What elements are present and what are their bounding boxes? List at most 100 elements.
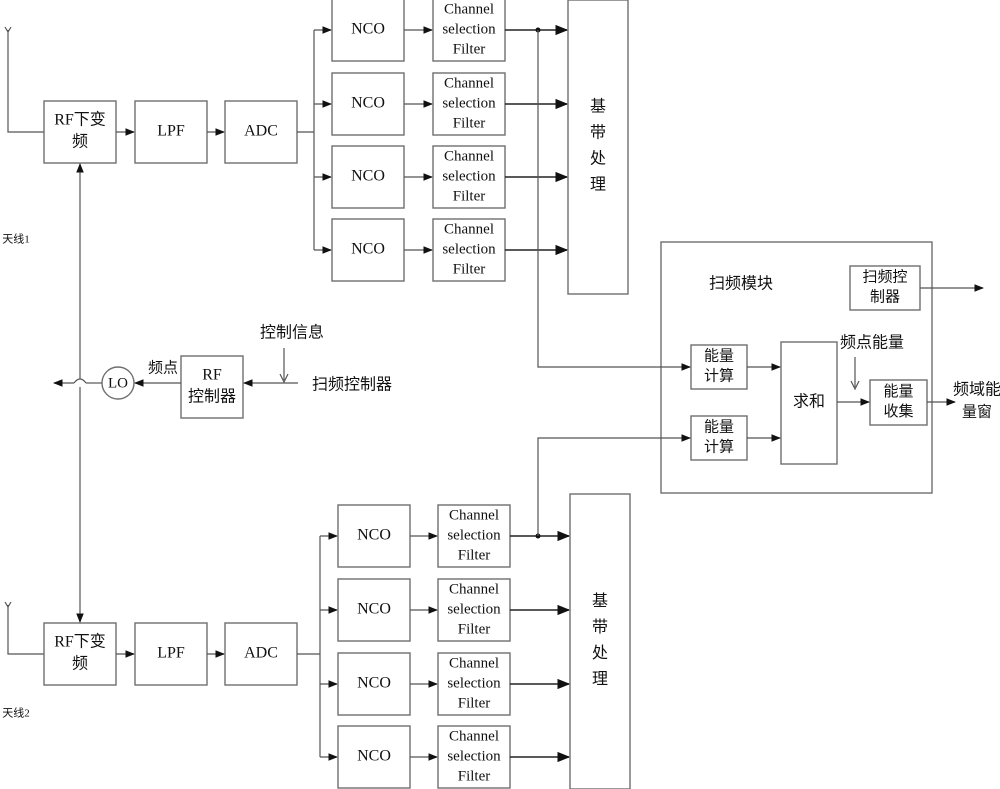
rf-controller-block-label: 控制器 [188, 388, 236, 406]
output-label: 量窗 [962, 402, 992, 420]
control-info-label: 控制信息 [260, 324, 324, 342]
antenna-label: 天线2 [2, 706, 30, 720]
channel-selection-filter-block: Channel selection Filter [432, 218, 506, 282]
energy-calc-block-1: 能量计算 [690, 344, 748, 390]
baseband-processing-block-label: 带 [590, 124, 606, 142]
channel-selection-filter-block-label: Channel [444, 1, 494, 17]
baseband-processing-block-label: 理 [590, 177, 606, 194]
channel-selection-filter-block-label: selection [442, 168, 496, 184]
nco-block: NCO [337, 504, 411, 568]
channel-selection-filter-block-label: Filter [458, 547, 491, 563]
channel-selection-filter-block-label: Filter [453, 188, 486, 204]
nco-block-label: NCO [351, 168, 385, 185]
energy-calc-block-1-label: 能量 [704, 347, 734, 364]
channel-selection-filter-block-label: Channel [449, 507, 499, 523]
freq-point-label: 频点 [148, 359, 178, 376]
channel-selection-filter-block: Channel selection Filter [437, 725, 511, 789]
baseband-processing-block: 基带处理 [569, 493, 631, 789]
nco-block-label: NCO [351, 241, 385, 258]
channel-selection-filter-block-label: Channel [444, 75, 494, 91]
channel-selection-filter-block-label: selection [447, 601, 501, 617]
channel-selection-filter-block-label: Filter [458, 695, 491, 711]
baseband-processing-block-frame [569, 493, 631, 789]
channel-selection-filter-block-label: Channel [449, 655, 499, 671]
channel-selection-filter-block: Channel selection Filter [432, 0, 506, 62]
nco-block: NCO [331, 72, 405, 136]
energy-calc-block-1-label: 计算 [704, 366, 734, 384]
lo-label: LO [108, 375, 128, 391]
diagram-canvas: 天线1 RF下变频 LPF ADC NCO Channel selection Filter N… [0, 0, 1000, 789]
baseband-processing-block: 基带处理 [567, 0, 629, 295]
channel-selection-filter-block-label: selection [442, 21, 496, 37]
channel-selection-filter-block-label: Channel [444, 148, 494, 164]
sweep-controller-block-label: 扫频控 [862, 268, 907, 285]
channel-selection-filter-block: Channel selection Filter [437, 504, 511, 568]
sweep-controller-block: 扫频控制器 [849, 265, 921, 311]
rf-downconvert-block: RF下变频 [43, 100, 117, 164]
nco-block-label: NCO [351, 95, 385, 112]
receive-chain-1: 天线1 RF下变频 LPF ADC NCO Channel selection Filter N… [2, 0, 629, 295]
adc-block: ADC [224, 100, 298, 164]
rf-controller-block-frame [180, 355, 244, 419]
lpf-block: LPF [134, 100, 208, 164]
sum-block: 求和 [780, 341, 838, 465]
channel-selection-filter-block-label: Filter [453, 41, 486, 57]
nco-block: NCO [337, 725, 411, 789]
baseband-processing-block-label: 理 [592, 671, 608, 688]
channel-selection-filter-block-label: selection [447, 748, 501, 764]
nco-block-label: NCO [357, 601, 391, 618]
rf-controller-block-label: RF [202, 367, 222, 384]
antenna-wire [7, 30, 44, 133]
sum-block-label: 求和 [793, 393, 825, 411]
nco-block-label: NCO [357, 675, 391, 692]
adc-block-label: ADC [244, 645, 278, 662]
nco-block: NCO [337, 652, 411, 716]
adc-block-label: ADC [244, 123, 278, 140]
rf-downconvert-block-label: RF下变 [54, 111, 106, 129]
rf-downconvert-block-label: 频 [72, 133, 88, 151]
wire-hop [73, 378, 87, 384]
freq-point-energy-label: 频点能量 [840, 334, 904, 352]
channel-selection-filter-block-label: Filter [453, 261, 486, 277]
channel-selection-filter-block: Channel selection Filter [437, 578, 511, 642]
channel-selection-filter-block-label: Channel [449, 728, 499, 744]
channel-selection-filter-block-label: Filter [453, 115, 486, 131]
energy-collect-block-label: 能量 [883, 383, 913, 400]
channel-selection-filter-block-label: Filter [458, 768, 491, 784]
rf-downconvert-block-label: RF下变 [54, 633, 106, 651]
baseband-processing-block-label: 处 [590, 150, 606, 168]
antenna-wire [7, 605, 44, 655]
channel-selection-filter-block-label: Channel [449, 581, 499, 597]
antenna-label: 天线1 [2, 232, 30, 246]
sweep-controller-block-label: 制器 [870, 288, 900, 305]
rf-downconvert-block-frame [43, 100, 117, 164]
lpf-block: LPF [134, 622, 208, 686]
rf-downconvert-block-frame [43, 622, 117, 686]
baseband-processing-block-label: 带 [592, 618, 608, 636]
output-label: 频域能 [953, 381, 1000, 399]
channel-selection-filter-block-label: selection [442, 95, 496, 111]
energy-collect-block: 能量收集 [869, 379, 928, 426]
channel-selection-filter-block-label: Channel [444, 221, 494, 237]
energy-calc-block-2-label: 计算 [704, 437, 734, 455]
baseband-processing-block-label: 基 [592, 592, 608, 610]
nco-block-label: NCO [357, 527, 391, 544]
baseband-processing-block-frame [567, 0, 629, 295]
sweep-module-title: 扫频模块 [709, 275, 773, 293]
rf-controller-block: RF 控制器 [180, 355, 244, 419]
nco-block-label: NCO [357, 748, 391, 765]
baseband-processing-block-label: 基 [590, 98, 606, 116]
lpf-block-label: LPF [157, 645, 185, 662]
rf-downconvert-block-label: 频 [72, 655, 88, 673]
lpf-block-label: LPF [157, 123, 185, 140]
nco-block: NCO [331, 218, 405, 282]
channel-selection-filter-block: Channel selection Filter [437, 652, 511, 716]
sweep-controller-label: 扫频控制器 [312, 376, 392, 394]
channel-selection-filter-block-label: selection [447, 675, 501, 691]
channel-selection-filter-block: Channel selection Filter [432, 72, 506, 136]
nco-block: NCO [331, 0, 405, 62]
adc-block: ADC [224, 622, 298, 686]
channel-selection-filter-block-label: Filter [458, 621, 491, 637]
channel-selection-filter-block-label: selection [447, 527, 501, 543]
energy-collect-block-label: 收集 [883, 403, 913, 420]
